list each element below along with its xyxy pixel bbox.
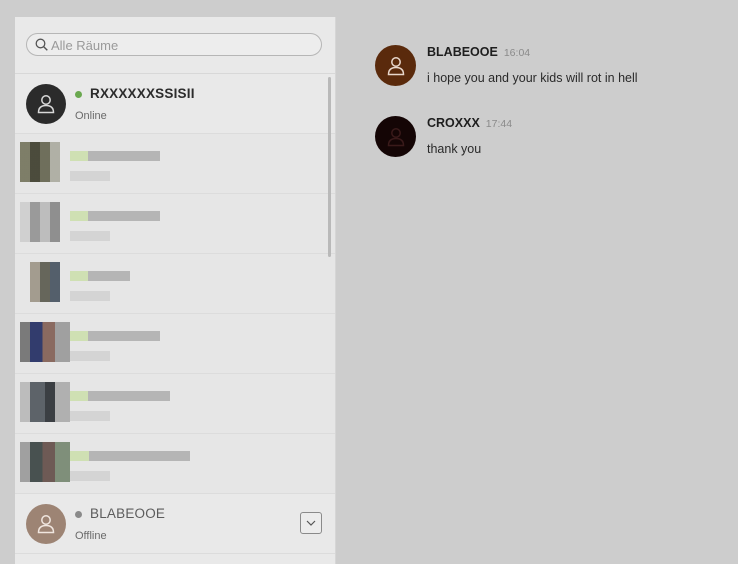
message-author: CROXXX 17:44 — [427, 116, 512, 130]
pixelated-name — [70, 151, 160, 161]
blurred-contact-item[interactable] — [15, 374, 335, 434]
pixelated-avatar — [30, 262, 60, 302]
avatar — [375, 45, 416, 86]
contact-name: RXXXXXXSSISII — [90, 86, 195, 101]
pixelated-avatar — [20, 382, 70, 422]
blurred-contact-item[interactable] — [15, 434, 335, 494]
online-status-dot — [75, 91, 82, 98]
author-name: CROXXX — [427, 116, 480, 130]
pixelated-status — [70, 291, 110, 301]
contact-options-button[interactable] — [300, 512, 322, 534]
pixelated-status — [70, 411, 110, 421]
pixelated-status — [70, 171, 110, 181]
message-time: 16:04 — [503, 47, 531, 59]
pixelated-name — [70, 211, 160, 221]
pixelated-name — [70, 331, 160, 341]
pixelated-avatar — [20, 442, 70, 482]
contact-status: Offline — [75, 530, 107, 542]
avatar — [26, 84, 66, 124]
user-icon — [387, 56, 404, 75]
message-author: BLABEOOE 16:04 — [427, 45, 530, 59]
contact-status: Online — [75, 110, 107, 122]
pixelated-status — [70, 351, 110, 361]
blurred-contact-item[interactable] — [15, 314, 335, 374]
contact-item[interactable]: BLABEOOE Offline — [15, 494, 335, 554]
user-icon — [37, 95, 55, 114]
search-icon — [35, 38, 48, 51]
search-bar — [15, 17, 335, 74]
pixelated-avatar — [20, 202, 60, 242]
message-text: thank you — [427, 142, 482, 156]
pixelated-name — [70, 391, 170, 401]
message-time: 17:44 — [485, 118, 513, 130]
message: CROXXX 17:44 thank you — [375, 116, 725, 187]
search-input[interactable] — [49, 35, 313, 56]
chevron-down-icon — [306, 520, 316, 526]
blurred-contact-item[interactable] — [15, 194, 335, 254]
pixelated-avatar — [20, 322, 70, 362]
user-icon — [37, 515, 55, 534]
offline-status-dot — [75, 511, 82, 518]
blurred-contact-item[interactable] — [15, 254, 335, 314]
search-field[interactable] — [26, 33, 322, 56]
pixelated-name — [70, 451, 190, 461]
message-list: BLABEOOE 16:04 i hope you and your kids w… — [375, 45, 725, 187]
pixelated-status — [70, 471, 110, 481]
contact-item[interactable]: RXXXXXXSSISII Online — [15, 74, 335, 134]
blurred-contact-item[interactable] — [15, 134, 335, 194]
avatar — [26, 504, 66, 544]
pixelated-name — [70, 271, 130, 281]
sidebar-scrollbar[interactable] — [328, 77, 331, 257]
user-icon — [387, 127, 404, 146]
contact-name: BLABEOOE — [90, 506, 166, 521]
avatar — [375, 116, 416, 157]
author-name: BLABEOOE — [427, 45, 498, 59]
message-text: i hope you and your kids will rot in hel… — [427, 71, 638, 85]
message: BLABEOOE 16:04 i hope you and your kids w… — [375, 45, 725, 116]
pixelated-avatar — [20, 142, 60, 182]
pixelated-status — [70, 231, 110, 241]
room-sidebar: RXXXXXXSSISII Online — [15, 17, 336, 564]
